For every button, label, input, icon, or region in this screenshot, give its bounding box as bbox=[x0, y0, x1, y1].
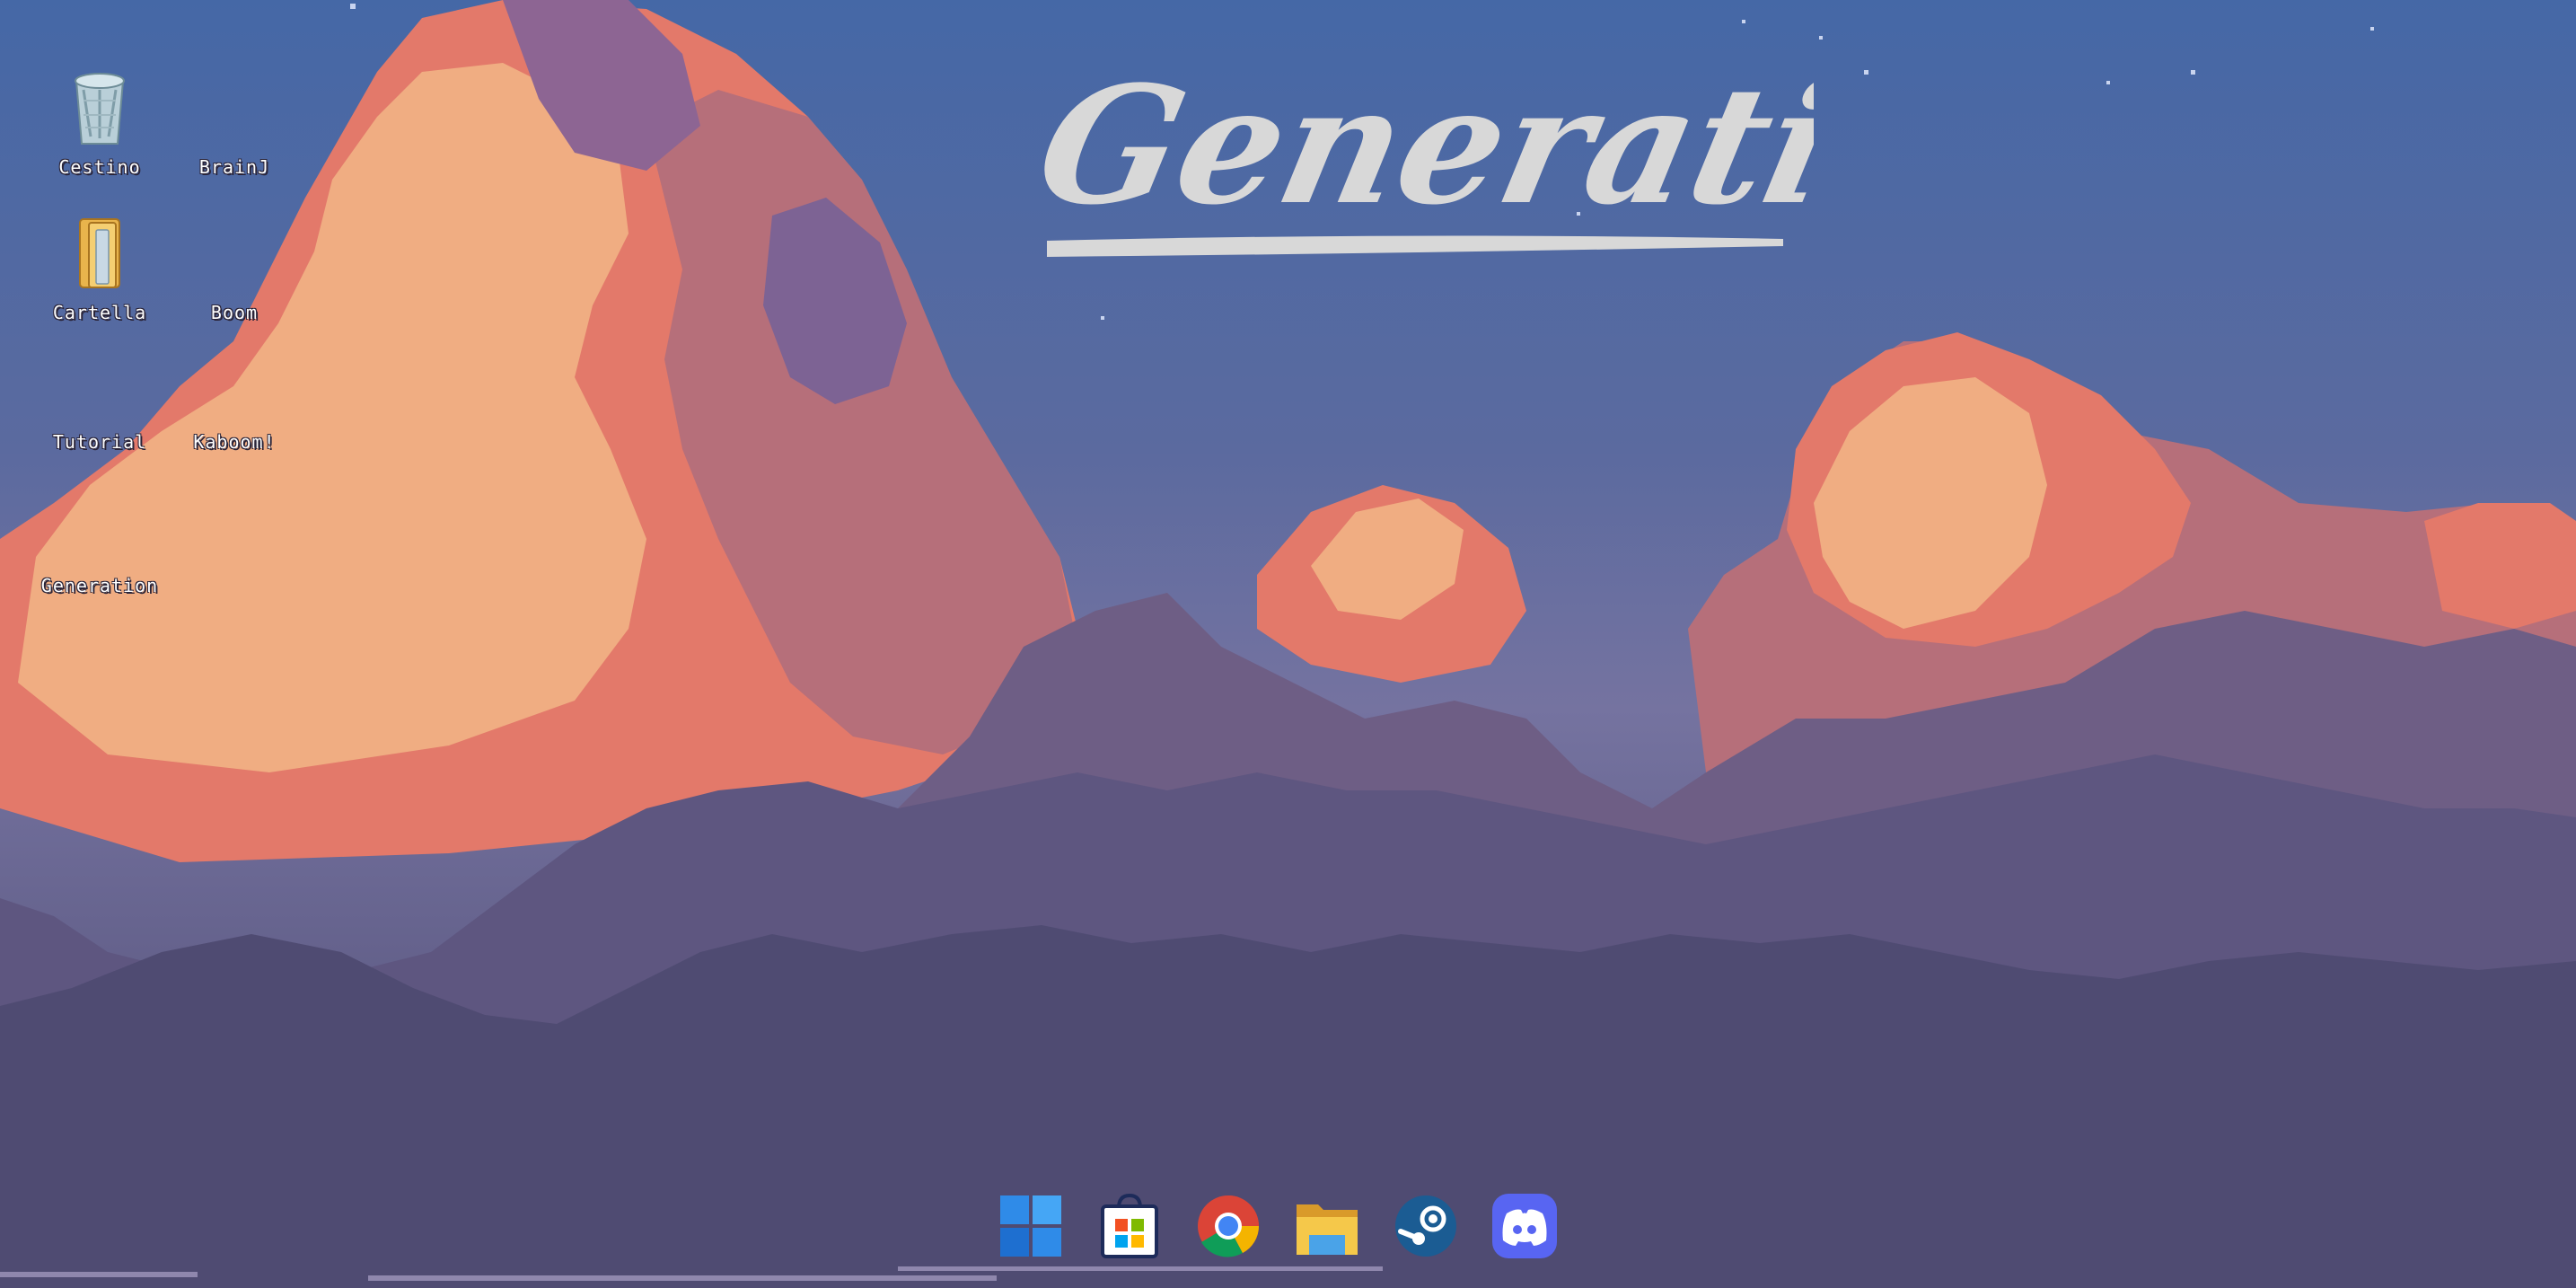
store-bag-icon bbox=[1101, 1193, 1158, 1258]
desktop-icon-generation[interactable]: Generation bbox=[32, 483, 167, 596]
recycle-bin-icon bbox=[57, 65, 143, 151]
desktop-icon-tutorial[interactable]: Tutorial bbox=[32, 340, 167, 453]
taskbar-store-button[interactable] bbox=[1095, 1192, 1164, 1260]
windows-logo-icon bbox=[1000, 1195, 1061, 1257]
desktop-icon-cartella[interactable]: Cartella bbox=[32, 210, 167, 323]
desktop-icon-label: Tutorial bbox=[52, 431, 147, 453]
blank-icon bbox=[191, 210, 277, 296]
desktop-icon-cestino[interactable]: Cestino bbox=[32, 65, 167, 178]
taskbar-explorer-button[interactable] bbox=[1293, 1192, 1361, 1260]
desktop: Generation Cestino BrainJ Cartella Boom … bbox=[0, 0, 2576, 1288]
taskbar-steam-button[interactable] bbox=[1392, 1192, 1460, 1260]
logo-text: Generation bbox=[1024, 50, 1814, 241]
taskbar-chrome-button[interactable] bbox=[1194, 1192, 1262, 1260]
blank-icon bbox=[57, 483, 143, 569]
desktop-icon-label: Boom bbox=[210, 302, 259, 323]
desktop-icon-label: Generation bbox=[40, 575, 159, 596]
generation-logo: Generation bbox=[1024, 50, 1814, 257]
desktop-icon-boom[interactable]: Boom bbox=[167, 210, 302, 323]
desktop-icon-label: Cartella bbox=[52, 302, 147, 323]
desktop-icon-label: Cestino bbox=[58, 156, 141, 178]
blank-icon bbox=[57, 340, 143, 426]
folder-icon bbox=[1297, 1204, 1358, 1255]
discord-icon bbox=[1492, 1194, 1557, 1258]
blank-icon bbox=[191, 340, 277, 426]
folder-icon bbox=[57, 210, 143, 296]
steam-icon bbox=[1395, 1195, 1456, 1257]
taskbar-start-button[interactable] bbox=[997, 1192, 1065, 1260]
desktop-icon-brainj[interactable]: BrainJ bbox=[167, 65, 302, 178]
taskbar bbox=[997, 1186, 1559, 1266]
taskbar-discord-button[interactable] bbox=[1490, 1192, 1559, 1260]
logo-underline bbox=[1047, 235, 1783, 257]
desktop-icon-kaboom[interactable]: Kaboom! bbox=[167, 340, 302, 453]
desktop-icon-label: BrainJ bbox=[198, 156, 270, 178]
desktop-icon-label: Kaboom! bbox=[193, 431, 276, 453]
chrome-icon bbox=[1198, 1195, 1259, 1257]
blank-icon bbox=[191, 65, 277, 151]
